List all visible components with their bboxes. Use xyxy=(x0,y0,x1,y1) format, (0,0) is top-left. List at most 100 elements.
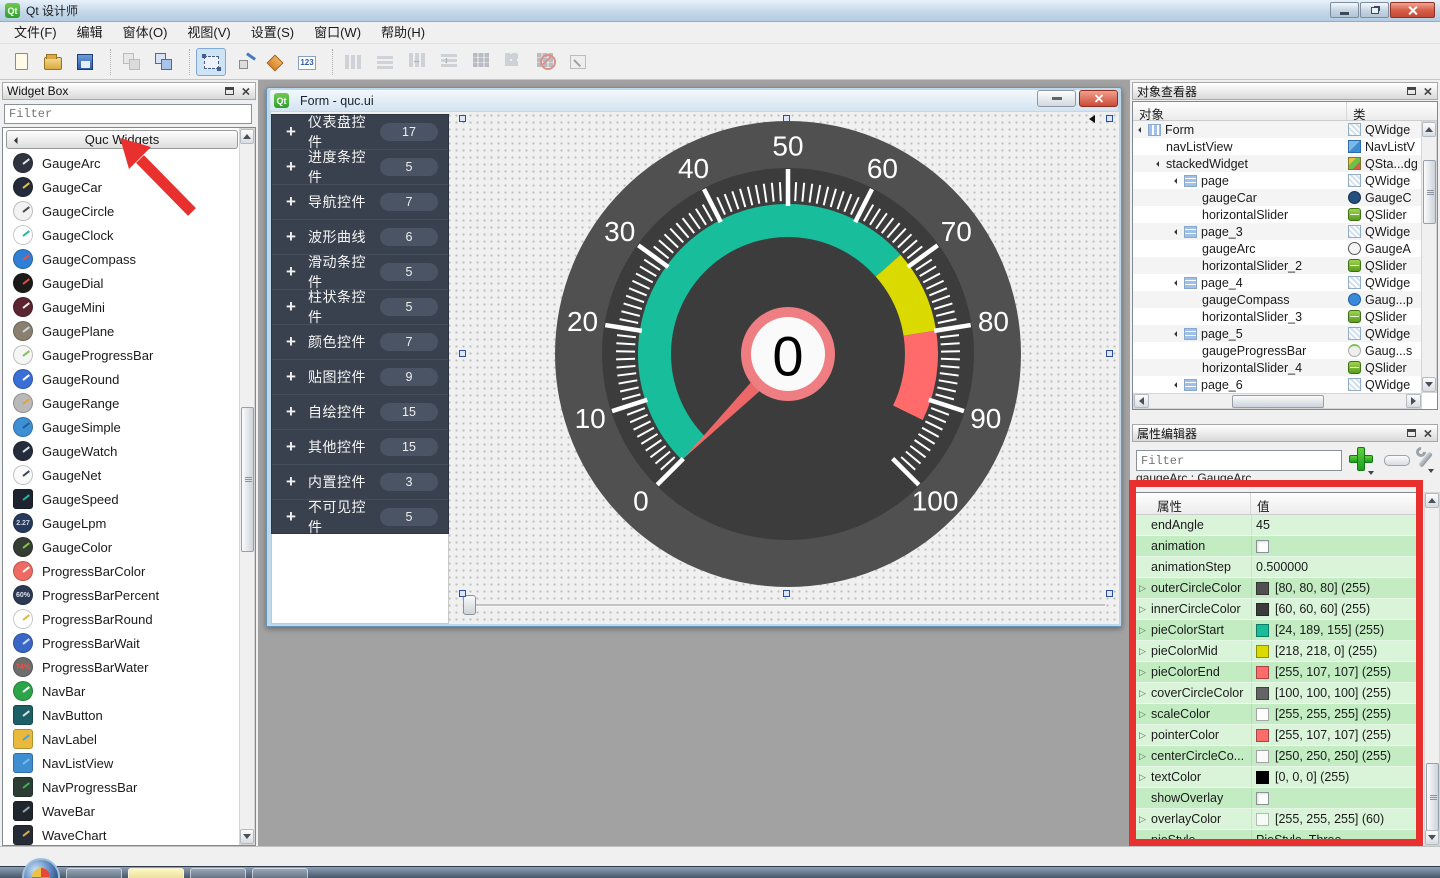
property-row[interactable]: ▷ pieColorMid [218, 218, 0] (255) xyxy=(1133,641,1421,662)
property-expander-icon[interactable]: ▷ xyxy=(1139,814,1147,825)
object-tree-row[interactable]: gaugeCompass Gaug...p xyxy=(1133,291,1422,308)
widget-category-header[interactable]: Quc Widgets xyxy=(6,130,238,149)
selection-handle[interactable] xyxy=(1106,590,1113,597)
scroll-left-arrow[interactable] xyxy=(1134,394,1149,408)
edit-widgets-button[interactable] xyxy=(196,48,226,76)
widget-item-GaugeCompass[interactable]: GaugeCompass xyxy=(3,247,239,271)
selection-handle[interactable] xyxy=(459,350,466,357)
nav-list-item[interactable]: + 自绘控件 15 xyxy=(272,395,448,430)
taskbar-button[interactable] xyxy=(128,868,184,878)
property-row[interactable]: ▷ endAngle 45 xyxy=(1133,515,1421,536)
widget-item-WaveBar[interactable]: WaveBar xyxy=(3,799,239,823)
widget-box-scrollbar[interactable] xyxy=(239,128,255,845)
open-form-button[interactable] xyxy=(38,48,68,76)
form-window[interactable]: Qt Form - quc.ui + 仪表盘控件 17 + 进度条控件 5 + … xyxy=(266,87,1122,627)
property-expander-icon[interactable]: ▷ xyxy=(1139,667,1147,678)
object-tree-row[interactable]: gaugeProgressBar Gaug...s xyxy=(1133,342,1422,359)
checkbox[interactable] xyxy=(1256,792,1269,805)
nav-list-item[interactable]: + 颜色控件 7 xyxy=(272,325,448,360)
menu-item[interactable]: 帮助(H) xyxy=(371,22,435,43)
selection-handle[interactable] xyxy=(1106,350,1113,357)
object-tree-row[interactable]: horizontalSlider QSlider xyxy=(1133,206,1422,223)
scrollbar-thumb[interactable] xyxy=(241,407,254,552)
property-expander-icon[interactable]: ▷ xyxy=(1139,646,1147,657)
widget-item-NavProgressBar[interactable]: NavProgressBar xyxy=(3,775,239,799)
widget-item-GaugeRange[interactable]: GaugeRange xyxy=(3,391,239,415)
widget-item-GaugeWatch[interactable]: GaugeWatch xyxy=(3,439,239,463)
nav-list-item[interactable]: + 其他控件 15 xyxy=(272,430,448,465)
property-expander-icon[interactable]: ▷ xyxy=(1139,709,1147,720)
form-close-button[interactable] xyxy=(1079,90,1118,107)
widget-item-GaugeClock[interactable]: GaugeClock xyxy=(3,223,239,247)
widget-item-ProgressBarRound[interactable]: ProgressBarRound xyxy=(3,607,239,631)
layout-grid-button[interactable] xyxy=(467,48,497,76)
layout-horizontal-button[interactable] xyxy=(339,48,369,76)
widget-item-NavBar[interactable]: NavBar xyxy=(3,679,239,703)
configure-button[interactable] xyxy=(1414,447,1434,471)
titlebar[interactable]: Qt Qt 设计师 xyxy=(0,0,1440,22)
widget-item-GaugeSpeed[interactable]: GaugeSpeed xyxy=(3,487,239,511)
property-expander-icon[interactable]: ▷ xyxy=(1139,583,1147,594)
nav-list-item[interactable]: + 导航控件 7 xyxy=(272,185,448,220)
property-row[interactable]: ▷ coverCircleColor [100, 100, 100] (255) xyxy=(1133,683,1421,704)
layout-vertical-button[interactable] xyxy=(371,48,401,76)
lower-widgets-button[interactable] xyxy=(149,48,179,76)
widget-item-GaugeMini[interactable]: GaugeMini xyxy=(3,295,239,319)
scroll-up-arrow[interactable] xyxy=(1422,122,1436,137)
expander-icon[interactable] xyxy=(1174,178,1180,184)
widget-item-GaugeDial[interactable]: GaugeDial xyxy=(3,271,239,295)
layout-splitter-horizontal-button[interactable]: ↔ xyxy=(403,48,433,76)
object-tree-row[interactable]: horizontalSlider_2 QSlider xyxy=(1133,257,1422,274)
column-property[interactable]: 属性 xyxy=(1133,493,1251,514)
property-row[interactable]: ▷ pieColorEnd [255, 107, 107] (255) xyxy=(1133,662,1421,683)
save-form-button[interactable] xyxy=(70,48,100,76)
widget-item-ProgressBarColor[interactable]: ProgressBarColor xyxy=(3,559,239,583)
widget-item-ProgressBarWait[interactable]: ProgressBarWait xyxy=(3,631,239,655)
selection-handle[interactable] xyxy=(459,115,466,122)
property-row[interactable]: ▷ innerCircleColor [60, 60, 60] (255) xyxy=(1133,599,1421,620)
menu-item[interactable]: 视图(V) xyxy=(177,22,240,43)
property-editor-close-icon[interactable] xyxy=(1423,429,1432,438)
close-button[interactable] xyxy=(1390,2,1435,18)
widget-box-close-icon[interactable] xyxy=(241,87,250,96)
object-inspector-header[interactable]: 对象 类 xyxy=(1133,102,1437,121)
form-minimize-button[interactable] xyxy=(1037,90,1076,107)
property-row[interactable]: ▷ overlayColor [255, 255, 255] (60) xyxy=(1133,809,1421,830)
property-row[interactable]: ▷ outerCircleColor [80, 80, 80] (255) xyxy=(1133,578,1421,599)
edit-tab-order-button[interactable]: 123 xyxy=(292,48,322,76)
selection-handle[interactable] xyxy=(1106,115,1113,122)
nav-list-item[interactable]: + 柱状条控件 5 xyxy=(272,290,448,325)
property-row[interactable]: ▷ scaleColor [255, 255, 255] (255) xyxy=(1133,704,1421,725)
widget-item-ProgressBarPercent[interactable]: 60% ProgressBarPercent xyxy=(3,583,239,607)
property-row[interactable]: ▷ showOverlay xyxy=(1133,788,1421,809)
property-expander-icon[interactable]: ▷ xyxy=(1139,604,1147,615)
property-expander-icon[interactable]: ▷ xyxy=(1139,730,1147,741)
object-tree-row[interactable]: page_4 QWidge xyxy=(1133,274,1422,291)
widget-box-filter-input[interactable] xyxy=(4,104,252,124)
new-form-button[interactable] xyxy=(6,48,36,76)
property-row[interactable]: ▷ animationStep 0.500000 xyxy=(1133,557,1421,578)
property-row[interactable]: ▷ pointerColor [255, 107, 107] (255) xyxy=(1133,725,1421,746)
property-expander-icon[interactable]: ▷ xyxy=(1139,688,1147,699)
scrollbar-thumb[interactable] xyxy=(1232,395,1324,408)
nav-list-item[interactable]: + 进度条控件 5 xyxy=(272,150,448,185)
column-value[interactable]: 值 xyxy=(1251,493,1421,514)
taskbar-button[interactable] xyxy=(190,868,246,878)
scroll-down-arrow[interactable] xyxy=(1425,830,1439,845)
layout-form-button[interactable] xyxy=(499,48,529,76)
widget-item-GaugeSimple[interactable]: GaugeSimple xyxy=(3,415,239,439)
scroll-right-arrow[interactable] xyxy=(1406,394,1421,408)
nav-list-item[interactable]: + 贴图控件 9 xyxy=(272,360,448,395)
configure-dropdown-icon[interactable] xyxy=(1428,469,1434,473)
widget-item-GaugePlane[interactable]: GaugePlane xyxy=(3,319,239,343)
widget-item-ProgressBarWater[interactable]: 74% ProgressBarWater xyxy=(3,655,239,679)
scroll-down-arrow[interactable] xyxy=(240,829,254,844)
widget-item-NavButton[interactable]: NavButton xyxy=(3,703,239,727)
property-filter-input[interactable] xyxy=(1136,450,1342,471)
property-row[interactable]: ▷ animation xyxy=(1133,536,1421,557)
property-row[interactable]: ▷ pieStyle PieStyle_Three xyxy=(1133,830,1421,846)
form-titlebar[interactable]: Qt Form - quc.ui xyxy=(270,90,1118,111)
widget-item-GaugeCar[interactable]: GaugeCar xyxy=(3,175,239,199)
menu-item[interactable]: 窗口(W) xyxy=(304,22,371,43)
column-object[interactable]: 对象 xyxy=(1133,102,1347,120)
